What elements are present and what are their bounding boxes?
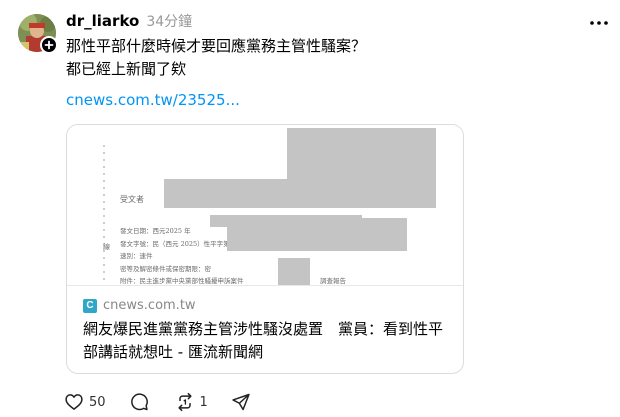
like-count: 50 [89, 394, 106, 410]
link-preview-card[interactable]: 受文者 線 發文日期：西元2025 年 發文字號：民（西元 2025）性平字第 … [66, 124, 464, 374]
more-icon [590, 21, 608, 25]
doc-line: 速別：速件 [120, 252, 153, 260]
more-options-button[interactable] [587, 14, 611, 32]
timestamp[interactable]: 34分鐘 [146, 11, 192, 31]
avatar-container[interactable] [18, 14, 58, 54]
doc-line: 密等及解密條件或保密期限：密 [120, 265, 211, 273]
repost-button[interactable]: 1 [175, 391, 208, 413]
like-button[interactable]: 50 [64, 391, 106, 413]
share-icon [232, 393, 250, 411]
comment-icon [130, 393, 148, 411]
thread-post: dr_liarko 34分鐘 那性平部什麼時候才要回應黨務主管性騷案？ 都已經上… [0, 0, 620, 417]
username[interactable]: dr_liarko [66, 12, 139, 30]
doc-line: 附件：民主進步黨中央黨部性騷擾申訴案件 [120, 277, 244, 285]
action-bar: 50 1 [64, 391, 251, 413]
doc-line: 調查報告 [320, 277, 346, 285]
card-title[interactable]: 網友爆民進黨黨務主管涉性騷沒處置 黨員：看到性平部講話就想吐 - 匯流新聞網 [83, 318, 455, 364]
doc-margin-line [103, 145, 105, 285]
redaction-box [227, 218, 407, 251]
site-favicon-icon: C [83, 298, 97, 313]
doc-line: 發文字號：民（西元 2025）性平字第 [120, 240, 230, 248]
post-text-line: 都已經上新聞了欸 [66, 60, 187, 78]
redaction-box [164, 179, 436, 208]
post-text: 那性平部什麼時候才要回應黨務主管性騷案？ 都已經上新聞了欸 [66, 35, 366, 81]
post-link[interactable]: cnews.com.tw/23525... [66, 91, 240, 109]
repost-icon [177, 392, 192, 412]
repost-count: 1 [199, 394, 208, 410]
preview-image: 受文者 線 發文日期：西元2025 年 發文字號：民（西元 2025）性平字第 … [67, 125, 463, 286]
redaction-box [278, 270, 310, 281]
post-text-line: 那性平部什麼時候才要回應黨務主管性騷案？ [66, 37, 367, 55]
follow-plus-icon[interactable] [40, 36, 58, 54]
heart-icon [65, 394, 83, 410]
comment-button[interactable] [129, 391, 149, 413]
post-header: dr_liarko 34分鐘 [66, 11, 192, 33]
card-domain-row: C cnews.com.tw [83, 298, 196, 313]
doc-line: 發文日期：西元2025 年 [120, 227, 191, 235]
card-domain: cnews.com.tw [103, 298, 196, 313]
doc-recipient: 受文者 [120, 195, 144, 204]
card-meta: C cnews.com.tw 網友爆民進黨黨務主管涉性騷沒處置 黨員：看到性平部… [67, 286, 463, 373]
share-button[interactable] [231, 391, 251, 413]
